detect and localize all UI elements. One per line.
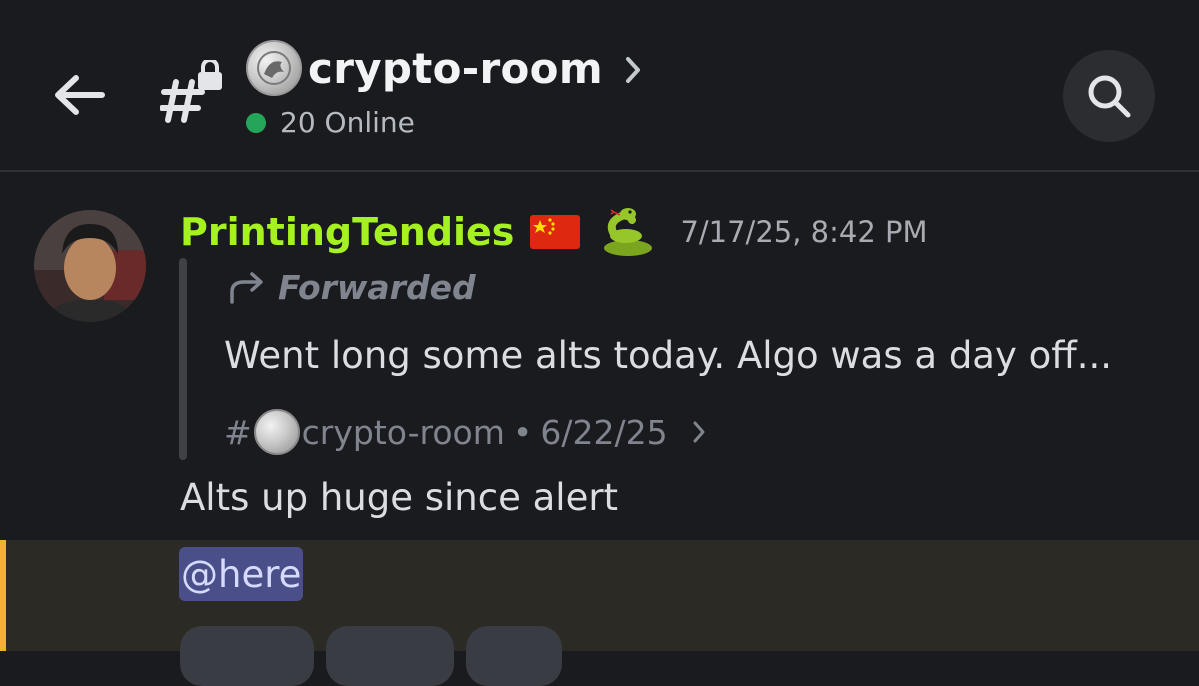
header-divider: [0, 170, 1199, 172]
forwarded-text: Forwarded: [278, 268, 476, 307]
online-dot-icon: [246, 112, 266, 133]
forwarded-source-link[interactable]: # crypto-room • 6/22/25: [224, 404, 706, 460]
reaction-button[interactable]: [180, 626, 314, 686]
chevron-right-icon: [625, 57, 640, 83]
online-status: 20 Online: [246, 106, 641, 139]
forwarded-message-content: Went long some alts today. Algo was a da…: [224, 334, 1113, 377]
back-button[interactable]: [50, 66, 108, 124]
channel-title-button[interactable]: crypto-room: [246, 32, 641, 104]
coin-emoji-icon: [253, 409, 300, 455]
forward-quote-bar: [179, 258, 187, 460]
message-timestamp: 7/17/25, 8:42 PM: [680, 215, 928, 249]
source-date: 6/22/25: [540, 412, 668, 452]
message-body: Alts up huge since alert: [180, 476, 619, 519]
source-separator: •: [512, 412, 533, 452]
china-flag-icon: [530, 215, 581, 249]
forward-arrow-icon: [230, 271, 263, 304]
arrow-left-icon: [55, 75, 105, 115]
channel-header: crypto-room 20 Online: [0, 0, 1199, 170]
coin-emoji-icon: [246, 40, 302, 96]
mention-accent-bar: [0, 540, 6, 651]
source-channel: crypto-room: [301, 412, 505, 452]
avatar[interactable]: [34, 210, 146, 322]
locked-channel-icon: [159, 58, 224, 124]
chevron-right-icon: [693, 421, 705, 443]
search-icon: [1088, 75, 1131, 118]
forwarded-label: Forwarded: [228, 268, 476, 307]
search-button[interactable]: [1063, 50, 1155, 142]
reaction-button[interactable]: [326, 626, 454, 686]
channel-title: crypto-room: [308, 43, 603, 93]
here-mention[interactable]: @here: [179, 547, 304, 601]
online-count: 20 Online: [280, 106, 415, 139]
snake-icon: [604, 208, 653, 256]
add-reaction-button[interactable]: [466, 626, 562, 686]
username[interactable]: PrintingTendies: [180, 210, 514, 254]
source-hash: #: [224, 412, 252, 452]
